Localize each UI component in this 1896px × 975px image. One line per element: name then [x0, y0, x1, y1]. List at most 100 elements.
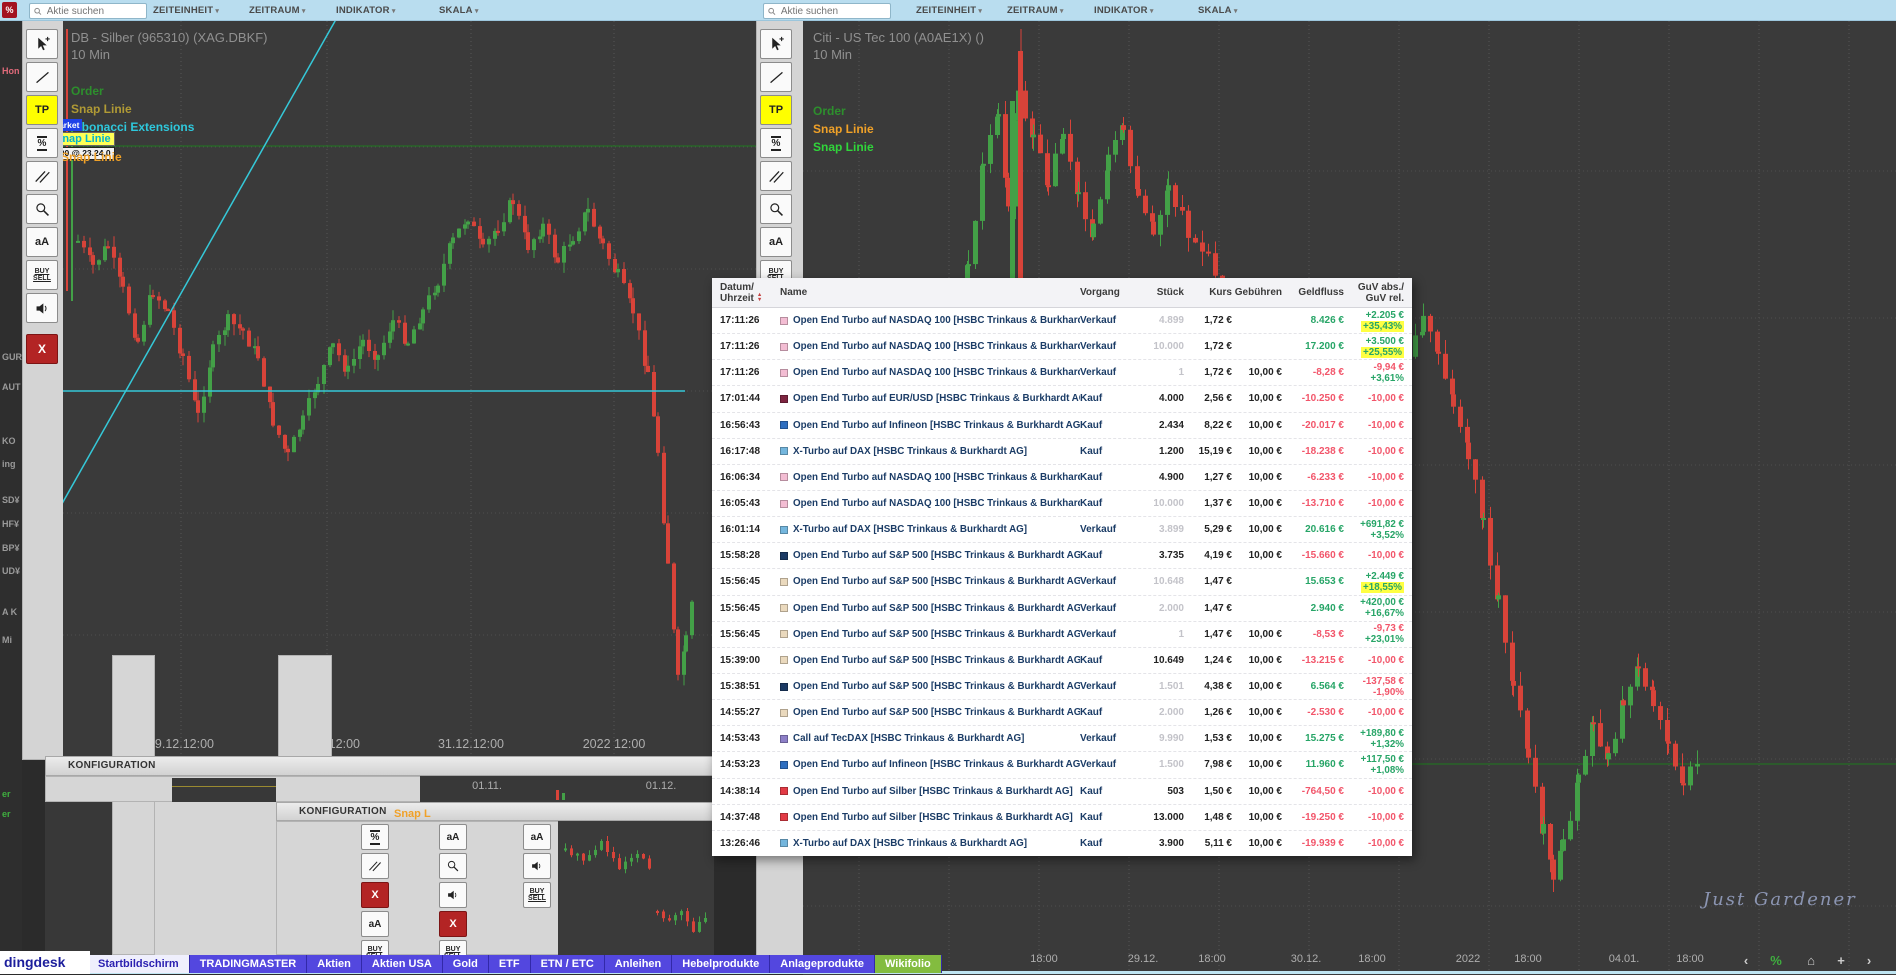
menu-zeitraum[interactable]: ZEITRAUM [249, 0, 306, 20]
text-size-button[interactable]: aA [439, 824, 467, 850]
menu-indikator[interactable]: INDIKATOR [336, 0, 396, 20]
table-row[interactable]: 16:56:43 Open End Turbo auf Infineon [HS… [712, 412, 1412, 438]
col-gebuehren[interactable]: Gebühren [1232, 287, 1282, 298]
col-datum-uhrzeit[interactable]: Datum/ Uhrzeit▲▼ [720, 282, 780, 304]
zoom-tool-button[interactable] [760, 194, 792, 224]
table-row[interactable]: 17:01:44 Open End Turbo auf EUR/USD [HSB… [712, 385, 1412, 411]
stock-search-box[interactable] [29, 3, 147, 19]
table-row[interactable]: 15:58:28 Open End Turbo auf S&P 500 [HSB… [712, 542, 1412, 568]
table-row[interactable]: 16:17:48 X-Turbo auf DAX [HSBC Trinkaus … [712, 438, 1412, 464]
buy-sell-button[interactable]: BUYSELL [523, 882, 551, 908]
col-vorgang[interactable]: Vorgang [1080, 287, 1130, 298]
row-cashflow: -13.215 € [1282, 655, 1344, 666]
parallel-lines-tool-button[interactable] [760, 161, 792, 191]
text-size-button[interactable]: aA [26, 227, 58, 257]
taskbar-tab-gold[interactable]: Gold [443, 955, 489, 973]
taskbar-tab-aktien-usa[interactable]: Aktien USA [362, 955, 443, 973]
konfiguration-bar[interactable]: KONFIGURATION [45, 756, 714, 776]
buy-sell-button[interactable]: BUYSELL [26, 260, 58, 290]
transactions-header[interactable]: Datum/ Uhrzeit▲▼ Name Vorgang Stück Kurs… [712, 278, 1412, 308]
col-geldfluss[interactable]: Geldfluss [1282, 287, 1344, 298]
table-row[interactable]: 13:26:46 X-Turbo auf DAX [HSBC Trinkaus … [712, 830, 1412, 856]
close-window-button[interactable]: X [439, 911, 467, 937]
trendline-tool-button[interactable] [760, 62, 792, 92]
table-row[interactable]: 14:37:48 Open End Turbo auf Silber [HSBC… [712, 804, 1412, 830]
row-profit-loss: -10,00 € [1344, 420, 1404, 431]
percent-scale-icon[interactable]: % [1770, 953, 1782, 968]
sort-icon[interactable]: ▲▼ [757, 293, 762, 303]
zoom-tool-button[interactable] [439, 853, 467, 879]
row-profit-loss: -9,73 €+23,01% [1344, 623, 1404, 645]
table-row[interactable]: 14:53:23 Open End Turbo auf Infineon [HS… [712, 751, 1412, 777]
taskbar-tab-etn-etc[interactable]: ETN / ETC [531, 955, 605, 973]
table-row[interactable]: 15:38:51 Open End Turbo auf S&P 500 [HSB… [712, 673, 1412, 699]
menu-skala[interactable]: SKALA [1198, 0, 1238, 20]
scroll-left-icon[interactable]: ‹ [1744, 953, 1748, 968]
table-row[interactable]: 14:38:14 Open End Turbo auf Silber [HSBC… [712, 778, 1412, 804]
table-row[interactable]: 17:11:26 Open End Turbo auf NASDAQ 100 [… [712, 308, 1412, 333]
taskbar-tab-anlageprodukte[interactable]: Anlageprodukte [770, 955, 875, 973]
menu-zeitraum[interactable]: ZEITRAUM [1007, 0, 1064, 20]
table-row[interactable]: 15:56:45 Open End Turbo auf S&P 500 [HSB… [712, 595, 1412, 621]
percent-tool-button[interactable]: % [760, 128, 792, 158]
table-row[interactable]: 15:39:00 Open End Turbo auf S&P 500 [HSB… [712, 647, 1412, 673]
tp-tool-button[interactable]: TP [26, 95, 58, 125]
menu-indikator[interactable]: INDIKATOR [1094, 0, 1154, 20]
stock-search-input[interactable] [45, 5, 142, 18]
col-guv[interactable]: GuV abs./GuV rel. [1344, 282, 1404, 304]
percent-tool-button[interactable]: % [26, 128, 58, 158]
row-price: 1,72 € [1184, 367, 1232, 378]
taskbar-tab-tradingmaster[interactable]: TRADINGMASTER [190, 955, 308, 973]
menu-zeiteinheit[interactable]: ZEITEINHEIT [916, 0, 982, 20]
taskbar-tab-anleihen[interactable]: Anleihen [605, 955, 672, 973]
col-kurs[interactable]: Kurs [1184, 287, 1232, 298]
table-row[interactable]: 14:53:43 Call auf TecDAX [HSBC Trinkaus … [712, 725, 1412, 751]
taskbar-tab-etf[interactable]: ETF [489, 955, 531, 973]
taskbar-tab-aktien[interactable]: Aktien [307, 955, 362, 973]
menu-skala[interactable]: SKALA [439, 0, 479, 20]
tp-tool-button[interactable]: TP [760, 95, 792, 125]
scroll-right-icon[interactable]: › [1867, 953, 1871, 968]
text-size-button[interactable]: aA [760, 227, 792, 257]
trendline-tool-button[interactable] [26, 62, 58, 92]
instrument-name: Open End Turbo auf NASDAQ 100 [HSBC Trin… [793, 315, 1080, 326]
taskbar-tab-hebelprodukte[interactable]: Hebelprodukte [672, 955, 770, 973]
alert-sound-button[interactable] [26, 293, 58, 323]
row-quantity: 503 [1130, 786, 1184, 797]
konfiguration-bar[interactable]: KONFIGURATION [276, 802, 714, 821]
auto-scale-icon[interactable]: ⌂ [1807, 953, 1815, 968]
app-icon[interactable]: % [2, 2, 17, 18]
menu-zeiteinheit[interactable]: ZEITEINHEIT [153, 0, 219, 20]
cursor-tool-button[interactable] [26, 29, 58, 59]
table-row[interactable]: 15:56:45 Open End Turbo auf S&P 500 [HSB… [712, 621, 1412, 647]
table-row[interactable]: 16:05:43 Open End Turbo auf NASDAQ 100 [… [712, 490, 1412, 516]
col-name[interactable]: Name [780, 287, 1080, 298]
taskbar-tab-startbildschirm[interactable]: Startbildschirm [88, 955, 190, 973]
alert-sound-button[interactable] [523, 853, 551, 879]
col-stueck[interactable]: Stück [1130, 287, 1184, 298]
alert-sound-button[interactable] [439, 882, 467, 908]
table-row[interactable]: 14:55:27 Open End Turbo auf S&P 500 [HSB… [712, 699, 1412, 725]
mini-chart-area[interactable] [558, 821, 714, 955]
table-row[interactable]: 17:11:26 Open End Turbo auf NASDAQ 100 [… [712, 333, 1412, 359]
tradingdesk-logo[interactable]: dingdesk [0, 951, 90, 974]
instrument-icon [780, 813, 788, 821]
stock-search-box[interactable] [763, 3, 891, 19]
table-row[interactable]: 15:56:45 Open End Turbo auf S&P 500 [HSB… [712, 568, 1412, 594]
table-row[interactable]: 16:06:34 Open End Turbo auf NASDAQ 100 [… [712, 464, 1412, 490]
zoom-in-icon[interactable]: + [1837, 953, 1845, 968]
text-size-button[interactable]: aA [523, 824, 551, 850]
parallel-lines-tool-button[interactable] [26, 161, 58, 191]
close-window-button[interactable]: X [26, 334, 58, 364]
table-row[interactable]: 17:11:26 Open End Turbo auf NASDAQ 100 [… [712, 359, 1412, 385]
stock-search-input[interactable] [779, 5, 886, 18]
cursor-tool-button[interactable] [760, 29, 792, 59]
parallel-lines-tool-button[interactable] [361, 853, 389, 879]
taskbar-tab-wikifolio[interactable]: Wikifolio [875, 955, 942, 973]
zoom-tool-button[interactable] [26, 194, 58, 224]
silver-chart-area[interactable]: DB - Silber (965310) (XAG.DBKF) 10 Min O… [63, 21, 757, 761]
table-row[interactable]: 16:01:14 X-Turbo auf DAX [HSBC Trinkaus … [712, 516, 1412, 542]
close-window-button[interactable]: X [361, 882, 389, 908]
percent-tool-button[interactable]: % [361, 824, 389, 850]
text-size-button[interactable]: aA [361, 911, 389, 937]
